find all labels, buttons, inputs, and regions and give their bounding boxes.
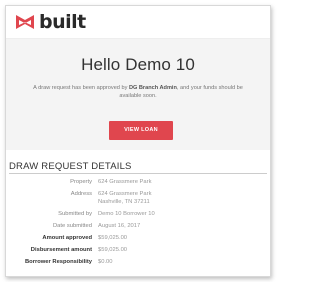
detail-value: $59,025.00 [98, 247, 128, 253]
detail-value: 624 Grassmere Park Nashville, TN 37211 [98, 191, 152, 205]
detail-row-disbursement-amount: Disbursement amount $59,025.00 [6, 246, 270, 254]
detail-row-property: Property 624 Grassmere Park [6, 178, 270, 186]
built-logo-icon [16, 15, 34, 29]
detail-row-address: Address 624 Grassmere Park Nashville, TN… [6, 190, 270, 206]
detail-label: Submitted by [58, 211, 92, 217]
approval-message: A draw request has been approved by DG B… [32, 84, 244, 100]
section-title: DRAW REQUEST DETAILS [9, 161, 132, 172]
detail-row-amount-approved: Amount approved $59,025.00 [6, 234, 270, 242]
detail-label: Borrower Responsibility [25, 259, 92, 265]
detail-row-borrower-responsibility: Borrower Responsibility $0.00 [6, 258, 270, 266]
email-header: built [6, 6, 270, 39]
email-card: built Hello Demo 10 A draw request has b… [5, 5, 271, 277]
message-prefix: A draw request has been approved by [33, 85, 129, 91]
view-loan-button[interactable]: VIEW LOAN [109, 121, 173, 140]
section-divider [9, 173, 267, 174]
details-list: Property 624 Grassmere Park Address 624 … [6, 178, 270, 270]
greeting-title: Hello Demo 10 [81, 55, 195, 74]
hero-section: Hello Demo 10 A draw request has been ap… [6, 39, 270, 150]
detail-row-submitted-by: Submitted by Demo 10 Borrower 10 [6, 210, 270, 218]
detail-value: 624 Grassmere Park [98, 179, 152, 185]
detail-value: August 16, 2017 [98, 223, 141, 229]
detail-label: Date submitted [53, 223, 92, 229]
detail-label: Address [70, 191, 92, 197]
approver-name: DG Branch Admin [128, 85, 177, 91]
brand-name: built [39, 11, 86, 33]
detail-value: $0.00 [98, 259, 113, 265]
detail-label: Amount approved [42, 235, 92, 241]
detail-row-date-submitted: Date submitted August 16, 2017 [6, 222, 270, 230]
detail-label: Property [70, 179, 92, 185]
detail-value: $59,025.00 [98, 235, 128, 241]
brand-logo: built [15, 12, 86, 32]
detail-label: Disbursement amount [30, 247, 92, 253]
detail-value: Demo 10 Borrower 10 [98, 211, 155, 217]
